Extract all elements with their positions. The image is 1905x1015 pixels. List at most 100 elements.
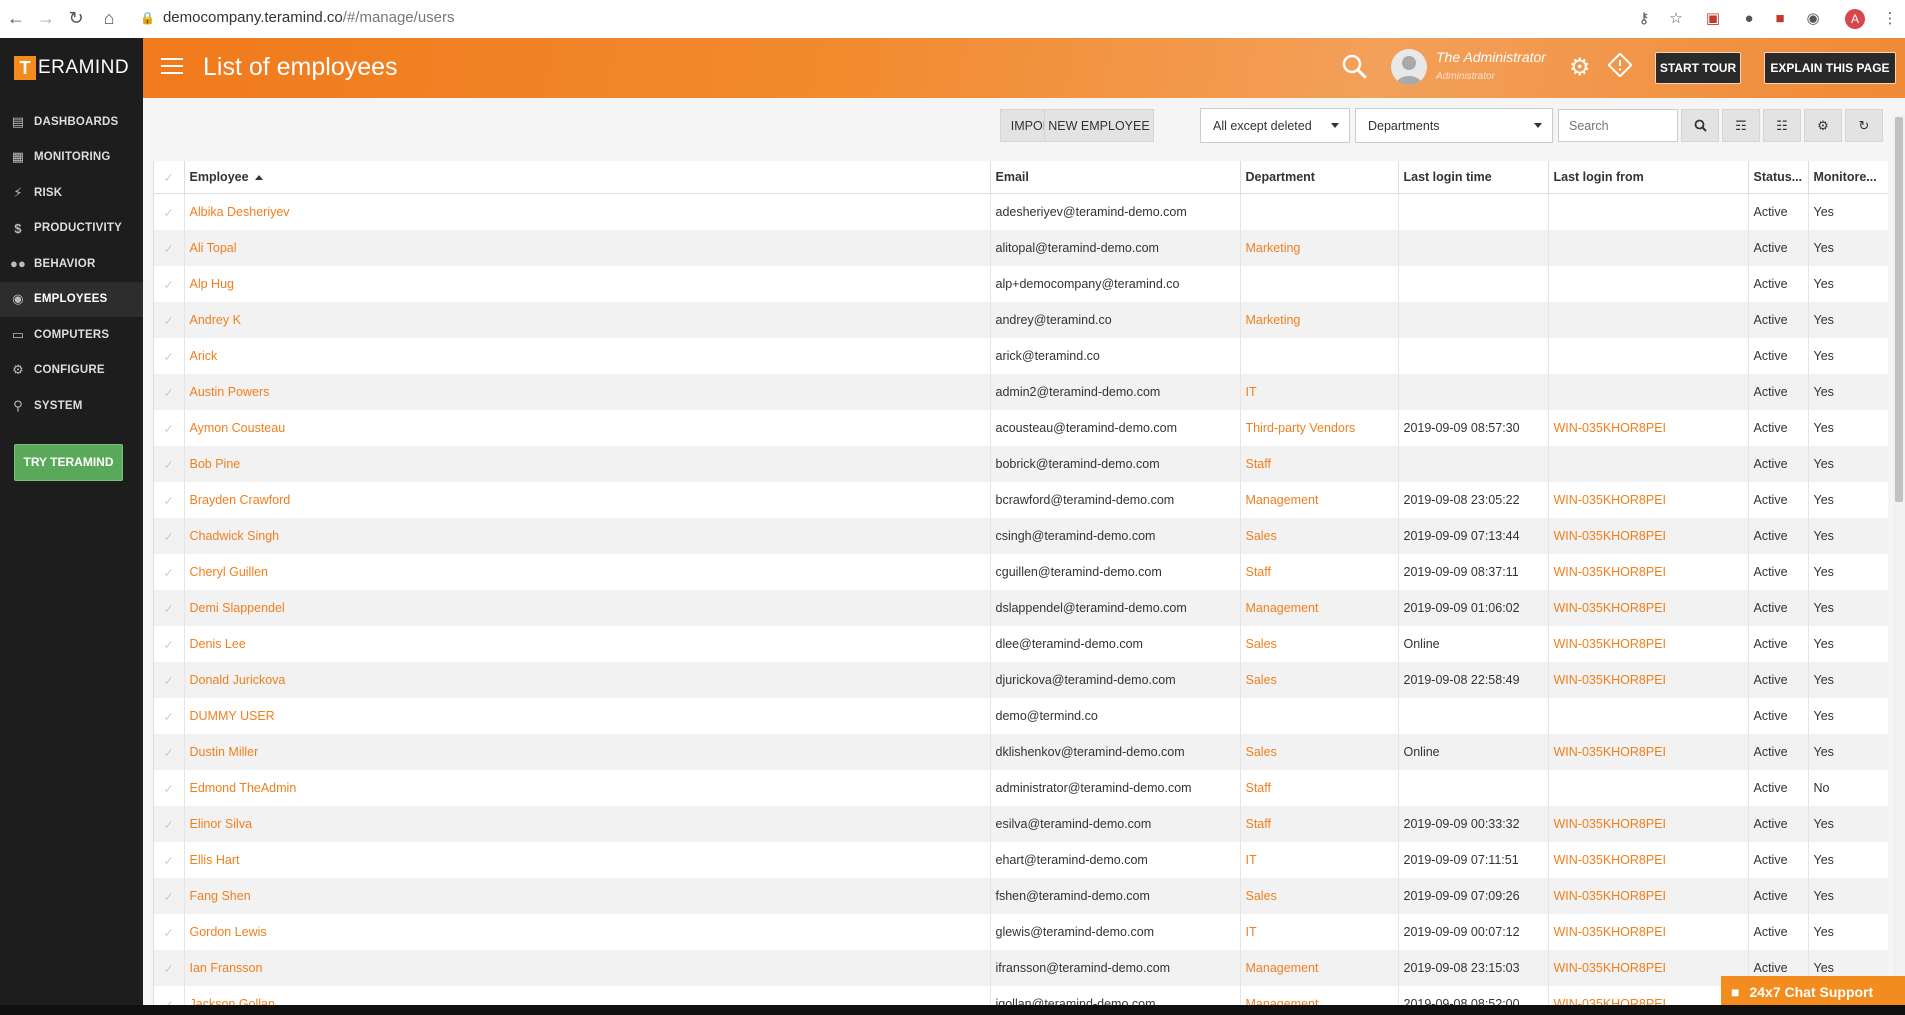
employee-name-link[interactable]: Edmond TheAdmin	[184, 770, 991, 806]
row-checkbox[interactable]: ✓	[154, 302, 185, 338]
table-row[interactable]: ✓ Edmond TheAdmin administrator@teramind-d…	[154, 770, 1888, 806]
last-login-from-link[interactable]: WIN-035KHOR8PEI	[1548, 482, 1749, 518]
table-row[interactable]: ✓ Alp Hug alp+democompany@teramind.co Activ…	[154, 266, 1888, 302]
column-header-status[interactable]: Status...	[1748, 161, 1809, 194]
employee-name-link[interactable]: Albika Desheriyev	[184, 193, 991, 230]
last-login-from-link[interactable]: WIN-035KHOR8PEI	[1548, 590, 1749, 626]
explain-this-page-button[interactable]: EXPLAIN THIS PAGE	[1764, 52, 1896, 84]
teramind-logo[interactable]: T ERAMIND	[0, 38, 143, 98]
employee-name-link[interactable]: Ian Fransson	[184, 950, 991, 986]
row-checkbox[interactable]: ✓	[154, 878, 185, 914]
sidebar-item-monitoring[interactable]: ▦ MONITORING	[0, 140, 143, 176]
back-icon[interactable]: ←	[4, 8, 28, 29]
employee-name-link[interactable]: Cheryl Guillen	[184, 554, 991, 590]
table-row[interactable]: ✓ Donald Jurickova djurickova@teramind-dem…	[154, 662, 1888, 698]
employee-name-link[interactable]: Arick	[184, 338, 991, 374]
last-login-from-link[interactable]: WIN-035KHOR8PEI	[1548, 914, 1749, 950]
department-link[interactable]: Sales	[1240, 662, 1399, 698]
employee-name-link[interactable]: Alp Hug	[184, 266, 991, 302]
profile-icon[interactable]: A	[1845, 9, 1865, 29]
sidebar-item-risk[interactable]: ⚡ RISK	[0, 175, 143, 211]
department-link[interactable]: Sales	[1240, 734, 1399, 770]
employee-name-link[interactable]: Ellis Hart	[184, 842, 991, 878]
last-login-from-link[interactable]: WIN-035KHOR8PEI	[1548, 734, 1749, 770]
column-header-department[interactable]: Department	[1240, 161, 1399, 194]
export-pdf-icon[interactable]: ☷	[1763, 109, 1801, 142]
department-link[interactable]: Sales	[1240, 518, 1399, 554]
sidebar-item-configure[interactable]: ⚙ CONFIGURE	[0, 353, 143, 389]
alert-icon[interactable]	[1607, 52, 1633, 83]
refresh-icon[interactable]: ↻	[1845, 109, 1883, 142]
table-row[interactable]: ✓ Aymon Cousteau acousteau@teramind-demo.c…	[154, 410, 1888, 446]
camera-icon[interactable]: ◉	[1803, 9, 1823, 29]
sidebar-item-employees[interactable]: ◉ EMPLOYEES	[0, 281, 143, 317]
employee-name-link[interactable]: Andrey K	[184, 302, 991, 338]
row-checkbox[interactable]: ✓	[154, 662, 185, 698]
table-settings-gear-icon[interactable]: ⚙	[1804, 109, 1842, 142]
column-header-employee[interactable]: Employee	[184, 161, 991, 194]
search-input[interactable]	[1558, 109, 1678, 142]
sidebar-item-dashboards[interactable]: ▤ DASHBOARDS	[0, 104, 143, 140]
sidebar-item-computers[interactable]: ▭ COMPUTERS	[0, 317, 143, 353]
last-login-from-link[interactable]: WIN-035KHOR8PEI	[1548, 806, 1749, 842]
table-row[interactable]: ✓ Bob Pine bobrick@teramind-demo.com Staff A…	[154, 446, 1888, 482]
departments-select[interactable]: Departments	[1355, 108, 1553, 143]
table-row[interactable]: ✓ Arick arick@teramind.co Active Yes	[154, 338, 1888, 374]
table-row[interactable]: ✓ Albika Desheriyev adesheriyev@teramind-d…	[154, 193, 1888, 230]
home-icon[interactable]: ⌂	[97, 8, 121, 29]
table-row[interactable]: ✓ DUMMY USER demo@termind.co Active Yes	[154, 698, 1888, 734]
row-checkbox[interactable]: ✓	[154, 806, 185, 842]
row-checkbox[interactable]: ✓	[154, 482, 185, 518]
row-checkbox[interactable]: ✓	[154, 338, 185, 374]
chat-support-button[interactable]: ■ 24x7 Chat Support	[1721, 976, 1905, 1008]
sidebar-item-productivity[interactable]: $ PRODUCTIVITY	[0, 211, 143, 247]
table-row[interactable]: ✓ Austin Powers admin2@teramind-demo.com IT…	[154, 374, 1888, 410]
row-checkbox[interactable]: ✓	[154, 266, 185, 302]
table-row[interactable]: ✓ Demi Slappendel dslappendel@teramind-dem…	[154, 590, 1888, 626]
table-row[interactable]: ✓ Brayden Crawford bcrawford@teramind-demo…	[154, 482, 1888, 518]
row-checkbox[interactable]: ✓	[154, 698, 185, 734]
sidebar-item-system[interactable]: ⚲ SYSTEM	[0, 388, 143, 424]
last-login-from-link[interactable]: WIN-035KHOR8PEI	[1548, 842, 1749, 878]
department-link[interactable]: Sales	[1240, 626, 1399, 662]
row-checkbox[interactable]: ✓	[154, 518, 185, 554]
department-link[interactable]: IT	[1240, 374, 1399, 410]
employee-name-link[interactable]: Austin Powers	[184, 374, 991, 410]
department-link[interactable]: IT	[1240, 914, 1399, 950]
row-checkbox[interactable]: ✓	[154, 554, 185, 590]
search-icon[interactable]	[1341, 53, 1369, 81]
star-icon[interactable]: ☆	[1666, 9, 1686, 29]
table-row[interactable]: ✓ Chadwick Singh csingh@teramind-demo.com S…	[154, 518, 1888, 554]
table-row[interactable]: ✓ Cheryl Guillen cguillen@teramind-demo.co…	[154, 554, 1888, 590]
table-row[interactable]: ✓ Fang Shen fshen@teramind-demo.com Sales 20…	[154, 878, 1888, 914]
column-header-monitored[interactable]: Monitore...	[1808, 161, 1888, 194]
table-row[interactable]: ✓ Andrey Kandrey@teramind.co Marketing Acti…	[154, 302, 1888, 338]
last-login-from-link[interactable]: WIN-035KHOR8PEI	[1548, 518, 1749, 554]
row-checkbox[interactable]: ✓	[154, 734, 185, 770]
column-header-last-login-time[interactable]: Last login time	[1398, 161, 1549, 194]
hamburger-menu-icon[interactable]	[161, 58, 183, 76]
row-checkbox[interactable]: ✓	[154, 626, 185, 662]
row-checkbox[interactable]: ✓	[154, 410, 185, 446]
row-checkbox[interactable]: ✓	[154, 590, 185, 626]
forward-icon[interactable]: →	[34, 8, 58, 29]
admin-name[interactable]: The Administrator	[1436, 49, 1546, 65]
row-checkbox[interactable]: ✓	[154, 446, 185, 482]
employee-name-link[interactable]: Aymon Cousteau	[184, 410, 991, 446]
last-login-from-link[interactable]: WIN-035KHOR8PEI	[1548, 950, 1749, 986]
settings-gear-icon[interactable]: ⚙	[1569, 53, 1591, 82]
try-teramind-button[interactable]: TRY TERAMIND	[14, 443, 123, 481]
status-filter-select[interactable]: All except deleted	[1200, 108, 1350, 143]
address-bar[interactable]: 🔒 democompany.teramind.co/#/manage/users	[140, 9, 1620, 29]
last-login-from-link[interactable]: WIN-035KHOR8PEI	[1548, 662, 1749, 698]
employee-name-link[interactable]: Fang Shen	[184, 878, 991, 914]
row-checkbox[interactable]: ✓	[154, 770, 185, 806]
start-tour-button[interactable]: START TOUR	[1655, 52, 1741, 84]
table-row[interactable]: ✓ Gordon Lewis glewis@teramind-demo.com IT 2…	[154, 914, 1888, 950]
department-link[interactable]: IT	[1240, 842, 1399, 878]
employee-name-link[interactable]: Bob Pine	[184, 446, 991, 482]
table-row[interactable]: ✓ Dustin Miller dklishenkov@teramind-demo.…	[154, 734, 1888, 770]
department-link[interactable]: Staff	[1240, 446, 1399, 482]
pdf-extension-icon[interactable]: ■	[1770, 9, 1790, 29]
employee-name-link[interactable]: Denis Lee	[184, 626, 991, 662]
